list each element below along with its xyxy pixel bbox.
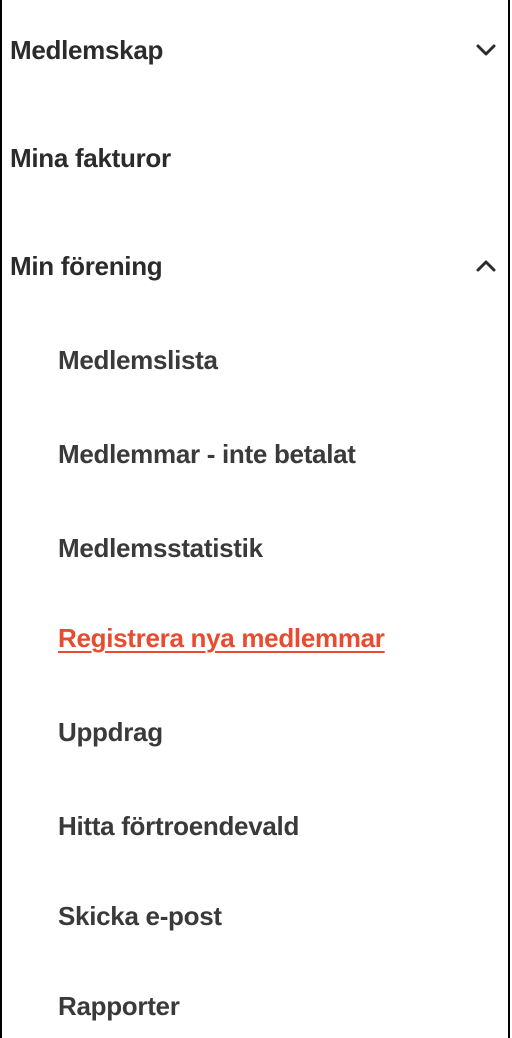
submenu-item-label: Hitta förtroendevald — [58, 810, 300, 841]
submenu-item-medlemmar-inte-betalat[interactable]: Medlemmar - inte betalat — [2, 434, 508, 474]
submenu-item-uppdrag[interactable]: Uppdrag — [2, 712, 508, 752]
menu-item-label: Medlemskap — [10, 34, 164, 65]
chevron-up-icon[interactable] — [474, 254, 498, 278]
submenu-item-label: Medlemslista — [58, 344, 218, 375]
submenu-item-medlemsstatistik[interactable]: Medlemsstatistik — [2, 528, 508, 568]
side-menu: Medlemskap Mina fakturor Min förening Me… — [0, 0, 510, 1038]
submenu-item-label: Uppdrag — [58, 716, 163, 747]
submenu-item-label: Medlemmar - inte betalat — [58, 438, 356, 469]
submenu-item-label: Skicka e-post — [58, 900, 222, 931]
submenu-item-hitta-fortroendevald[interactable]: Hitta förtroendevald — [2, 806, 508, 846]
menu-item-label: Min förening — [10, 250, 163, 281]
submenu-item-skicka-e-post[interactable]: Skicka e-post — [2, 896, 508, 936]
menu-item-min-forening[interactable]: Min förening — [2, 246, 508, 286]
submenu-item-label: Medlemsstatistik — [58, 532, 263, 563]
menu-item-label: Mina fakturor — [10, 142, 171, 173]
menu-item-medlemskap[interactable]: Medlemskap — [2, 30, 508, 70]
submenu-item-rapporter[interactable]: Rapporter — [2, 986, 508, 1026]
menu-item-mina-fakturor[interactable]: Mina fakturor — [2, 138, 508, 178]
chevron-down-icon[interactable] — [474, 38, 498, 62]
submenu-item-label: Registrera nya medlemmar — [58, 622, 385, 653]
submenu-item-label: Rapporter — [58, 990, 180, 1021]
submenu-item-medlemslista[interactable]: Medlemslista — [2, 340, 508, 380]
submenu-item-registrera-nya-medlemmar[interactable]: Registrera nya medlemmar — [2, 618, 508, 658]
